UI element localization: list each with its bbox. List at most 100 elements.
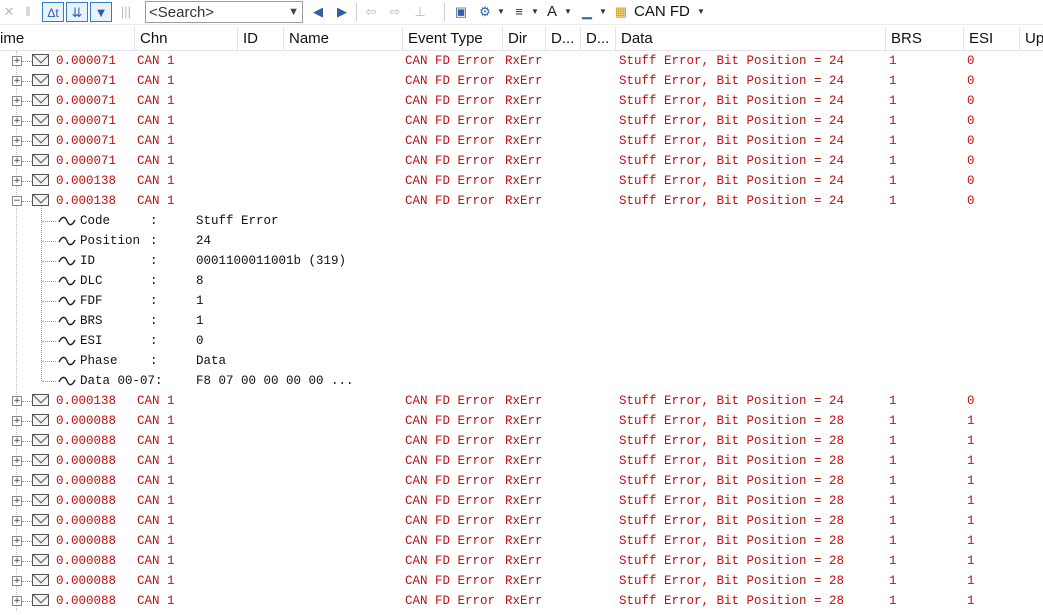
expand-icon[interactable]: + bbox=[12, 396, 22, 406]
filter-view-icon[interactable]: ▼ bbox=[90, 2, 112, 22]
trace-list[interactable]: +0.000071 CAN 1 CAN FD Error RxErr Stuff Err… bbox=[0, 51, 1043, 615]
chevron-down-icon[interactable]: ▼ bbox=[564, 4, 572, 20]
table-row[interactable]: +0.000088 CAN 1 CAN FD Error RxErr Stuff Err… bbox=[0, 411, 1043, 431]
table-row[interactable]: +0.000138 CAN 1 CAN FD Error RxErr Stuff Err… bbox=[0, 171, 1043, 191]
column-header-id[interactable]: ID bbox=[238, 27, 284, 50]
expand-icon[interactable]: + bbox=[12, 576, 22, 586]
table-row[interactable]: +0.000071 CAN 1 CAN FD Error RxErr Stuff Err… bbox=[0, 131, 1043, 151]
table-row[interactable]: +0.000088 CAN 1 CAN FD Error RxErr Stuff Err… bbox=[0, 431, 1043, 451]
expand-icon[interactable]: + bbox=[12, 176, 22, 186]
cell-brs: 1 bbox=[889, 54, 897, 68]
expand-icon[interactable]: + bbox=[12, 56, 22, 66]
cell-dir: RxErr bbox=[505, 134, 543, 148]
delta-time-icon[interactable]: Δt bbox=[42, 2, 64, 22]
column-header-chn[interactable]: Chn bbox=[135, 27, 238, 50]
table-row[interactable]: +0.000071 CAN 1 CAN FD Error RxErr Stuff Err… bbox=[0, 111, 1043, 131]
table-row[interactable]: +0.000088 CAN 1 CAN FD Error RxErr Stuff Err… bbox=[0, 451, 1043, 471]
cell-time: 0.000088 bbox=[56, 574, 117, 588]
table-row[interactable]: +0.000088 CAN 1 CAN FD Error RxErr Stuff Err… bbox=[0, 591, 1043, 611]
marker-icon[interactable]: ⊥ bbox=[410, 2, 430, 22]
forward-icon[interactable]: ⇨ bbox=[385, 2, 405, 22]
chevron-down-icon[interactable]: ▼ bbox=[531, 4, 539, 20]
layout-icon[interactable]: ▁ bbox=[576, 2, 598, 22]
signal-wave-icon bbox=[58, 376, 76, 386]
expand-icon[interactable]: + bbox=[12, 476, 22, 486]
column-header-data[interactable]: Data bbox=[616, 27, 886, 50]
expand-icon[interactable]: + bbox=[12, 416, 22, 426]
cell-dir: RxErr bbox=[505, 434, 543, 448]
collapse-icon[interactable]: − bbox=[12, 196, 22, 206]
chevron-down-icon[interactable]: ▼ bbox=[599, 4, 607, 20]
signal-row[interactable]: FDF: 1 bbox=[0, 291, 1043, 311]
column-header-up[interactable]: Up bbox=[1020, 27, 1043, 50]
chevron-down-icon[interactable]: ▼ bbox=[288, 3, 299, 21]
signal-row[interactable]: Position: 24 bbox=[0, 231, 1043, 251]
signal-label: Code bbox=[80, 214, 111, 228]
column-header-esi[interactable]: ESI bbox=[964, 27, 1020, 50]
table-row[interactable]: +0.000088 CAN 1 CAN FD Error RxErr Stuff Err… bbox=[0, 531, 1043, 551]
table-row[interactable]: +0.000071 CAN 1 CAN FD Error RxErr Stuff Err… bbox=[0, 51, 1043, 71]
column-header-name[interactable]: Name bbox=[284, 27, 403, 50]
column-header-event-type[interactable]: Event Type bbox=[403, 27, 503, 50]
cell-esi: 0 bbox=[967, 134, 975, 148]
signal-row[interactable]: Data 00-07: F8 07 00 00 00 00 ... bbox=[0, 371, 1043, 391]
table-row[interactable]: +0.000088 CAN 1 CAN FD Error RxErr Stuff Err… bbox=[0, 511, 1043, 531]
expand-icon[interactable]: + bbox=[12, 136, 22, 146]
table-row[interactable]: +0.000088 CAN 1 CAN FD Error RxErr Stuff Err… bbox=[0, 491, 1043, 511]
line-style-icon[interactable]: ≡ bbox=[508, 2, 530, 22]
cell-brs: 1 bbox=[889, 194, 897, 208]
table-row[interactable]: − 0.000138 CAN 1 CAN FD Error RxErr Stuff Err… bbox=[0, 191, 1043, 211]
scroll-down-icon[interactable]: ⇊ bbox=[66, 2, 88, 22]
search-box[interactable]: ▼ bbox=[145, 1, 303, 23]
table-row[interactable]: +0.000088 CAN 1 CAN FD Error RxErr Stuff Err… bbox=[0, 551, 1043, 571]
cell-time: 0.000071 bbox=[56, 94, 117, 108]
signal-row[interactable]: Code: Stuff Error bbox=[0, 211, 1043, 231]
cell-data: Stuff Error, Bit Position = 28 bbox=[619, 554, 845, 568]
table-row[interactable]: +0.000071 CAN 1 CAN FD Error RxErr Stuff Err… bbox=[0, 91, 1043, 111]
find-prev-icon[interactable]: ◀ bbox=[307, 2, 329, 22]
column-header-datalength[interactable]: D... bbox=[581, 27, 616, 50]
expand-icon[interactable]: + bbox=[12, 456, 22, 466]
signal-row[interactable]: DLC: 8 bbox=[0, 271, 1043, 291]
column-header-brs[interactable]: BRS bbox=[886, 27, 964, 50]
expand-icon[interactable]: + bbox=[12, 76, 22, 86]
signal-row[interactable]: ID: 0001100011001b (319) bbox=[0, 251, 1043, 271]
expand-icon[interactable]: + bbox=[12, 116, 22, 126]
clear-icon[interactable]: ✕ bbox=[0, 2, 18, 22]
table-row[interactable]: +0.000071 CAN 1 CAN FD Error RxErr Stuff Err… bbox=[0, 71, 1043, 91]
column-header-dlc[interactable]: D... bbox=[546, 27, 581, 50]
font-size-icon[interactable]: A bbox=[542, 2, 562, 22]
expand-icon[interactable]: + bbox=[12, 516, 22, 526]
column-header-dir[interactable]: Dir bbox=[503, 27, 546, 50]
channel-icon[interactable]: ▦ bbox=[611, 2, 631, 22]
cell-data: Stuff Error, Bit Position = 28 bbox=[619, 514, 845, 528]
expand-icon[interactable]: + bbox=[12, 536, 22, 546]
tree-connector bbox=[42, 361, 56, 362]
table-row[interactable]: +0.000138 CAN 1 CAN FD Error RxErr Stuff Err… bbox=[0, 391, 1043, 411]
pause-icon[interactable]: ‖ bbox=[20, 2, 36, 22]
expand-icon[interactable]: + bbox=[12, 496, 22, 506]
channel-selector-label[interactable]: CAN FD bbox=[634, 3, 690, 21]
expand-icon[interactable]: + bbox=[12, 436, 22, 446]
signal-separator: : bbox=[150, 274, 158, 288]
expand-icon[interactable]: + bbox=[12, 596, 22, 606]
signal-row[interactable]: BRS: 1 bbox=[0, 311, 1043, 331]
tree-connector bbox=[42, 241, 56, 242]
config-icon[interactable]: ⚙ bbox=[474, 2, 496, 22]
expand-icon[interactable]: + bbox=[12, 96, 22, 106]
chevron-down-icon[interactable]: ▼ bbox=[697, 4, 705, 20]
column-header-time[interactable]: ime bbox=[0, 27, 135, 50]
search-input[interactable] bbox=[149, 3, 284, 21]
bars-icon[interactable]: ||| bbox=[116, 2, 136, 22]
signal-row[interactable]: Phase: Data bbox=[0, 351, 1043, 371]
expand-icon[interactable]: + bbox=[12, 556, 22, 566]
signal-row[interactable]: ESI: 0 bbox=[0, 331, 1043, 351]
chevron-down-icon[interactable]: ▼ bbox=[497, 4, 505, 20]
table-row[interactable]: +0.000071 CAN 1 CAN FD Error RxErr Stuff Err… bbox=[0, 151, 1043, 171]
back-icon[interactable]: ⇦ bbox=[361, 2, 381, 22]
table-row[interactable]: +0.000088 CAN 1 CAN FD Error RxErr Stuff Err… bbox=[0, 471, 1043, 491]
message-window-icon[interactable]: ▣ bbox=[450, 2, 472, 22]
expand-icon[interactable]: + bbox=[12, 156, 22, 166]
table-row[interactable]: +0.000088 CAN 1 CAN FD Error RxErr Stuff Err… bbox=[0, 571, 1043, 591]
find-next-icon[interactable]: ▶ bbox=[331, 2, 353, 22]
